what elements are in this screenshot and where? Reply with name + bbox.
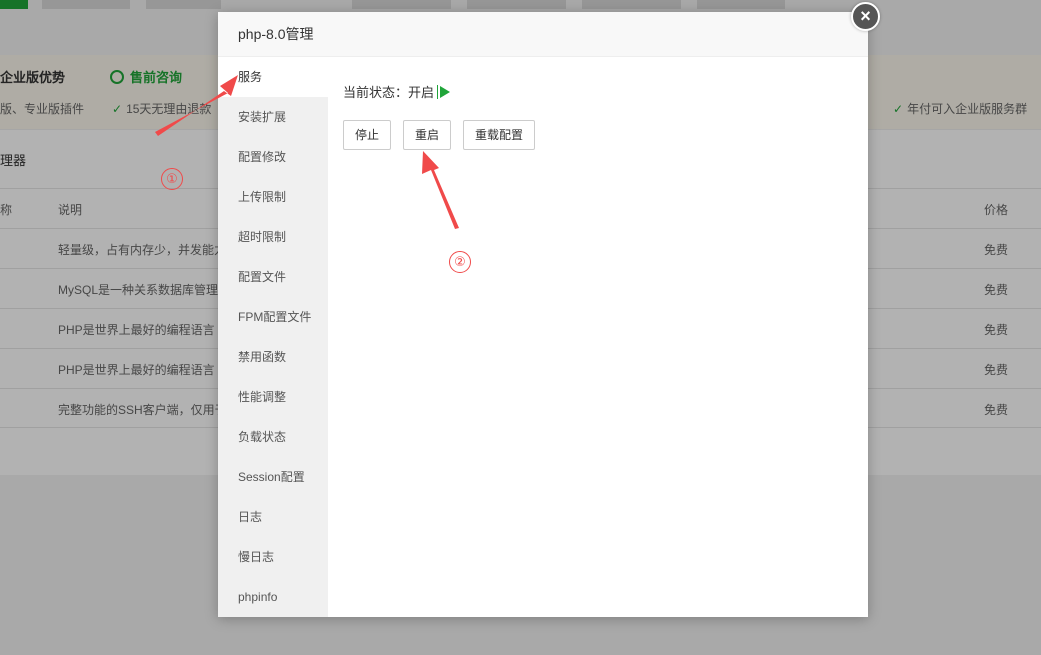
sidebar-item-fpm-config-file[interactable]: FPM配置文件 xyxy=(218,297,328,337)
status-label: 当前状态： xyxy=(343,85,409,100)
reload-config-button[interactable]: 重载配置 xyxy=(463,120,536,150)
close-modal-button[interactable]: × xyxy=(851,2,880,31)
sidebar-item-install-extension[interactable]: 安装扩展 xyxy=(218,97,328,137)
sidebar-item-phpinfo[interactable]: phpinfo xyxy=(218,577,328,617)
service-panel: 当前状态：开启 停止 重启 重载配置 xyxy=(328,57,868,617)
annotation-marker-2: ② xyxy=(449,251,471,273)
status-divider xyxy=(437,85,439,99)
stop-button[interactable]: 停止 xyxy=(343,120,392,150)
sidebar-item-config-file[interactable]: 配置文件 xyxy=(218,257,328,297)
service-actions: 停止 重启 重载配置 xyxy=(343,120,853,150)
sidebar-item-config-edit[interactable]: 配置修改 xyxy=(218,137,328,177)
sidebar-item-upload-limit[interactable]: 上传限制 xyxy=(218,177,328,217)
current-status: 当前状态：开启 xyxy=(343,82,853,100)
restart-button[interactable]: 重启 xyxy=(403,120,452,150)
sidebar-item-load-status[interactable]: 负载状态 xyxy=(218,417,328,457)
sidebar-item-service[interactable]: 服务 xyxy=(218,57,328,97)
modal-title: php-8.0管理 xyxy=(218,12,868,57)
sidebar-item-log[interactable]: 日志 xyxy=(218,497,328,537)
sidebar-item-disabled-functions[interactable]: 禁用函数 xyxy=(218,337,328,377)
play-icon xyxy=(440,86,451,98)
sidebar-item-session-config[interactable]: Session配置 xyxy=(218,457,328,497)
status-value: 开启 xyxy=(408,85,435,100)
modal-sidebar: 服务 安装扩展 配置修改 上传限制 超时限制 配置文件 FPM配置文件 禁用函数… xyxy=(218,57,328,617)
sidebar-item-slow-log[interactable]: 慢日志 xyxy=(218,537,328,577)
annotation-marker-1: ① xyxy=(161,168,183,190)
php-manager-modal: php-8.0管理 服务 安装扩展 配置修改 上传限制 超时限制 配置文件 FP… xyxy=(218,12,868,617)
sidebar-item-performance-tuning[interactable]: 性能调整 xyxy=(218,377,328,417)
sidebar-item-timeout-limit[interactable]: 超时限制 xyxy=(218,217,328,257)
